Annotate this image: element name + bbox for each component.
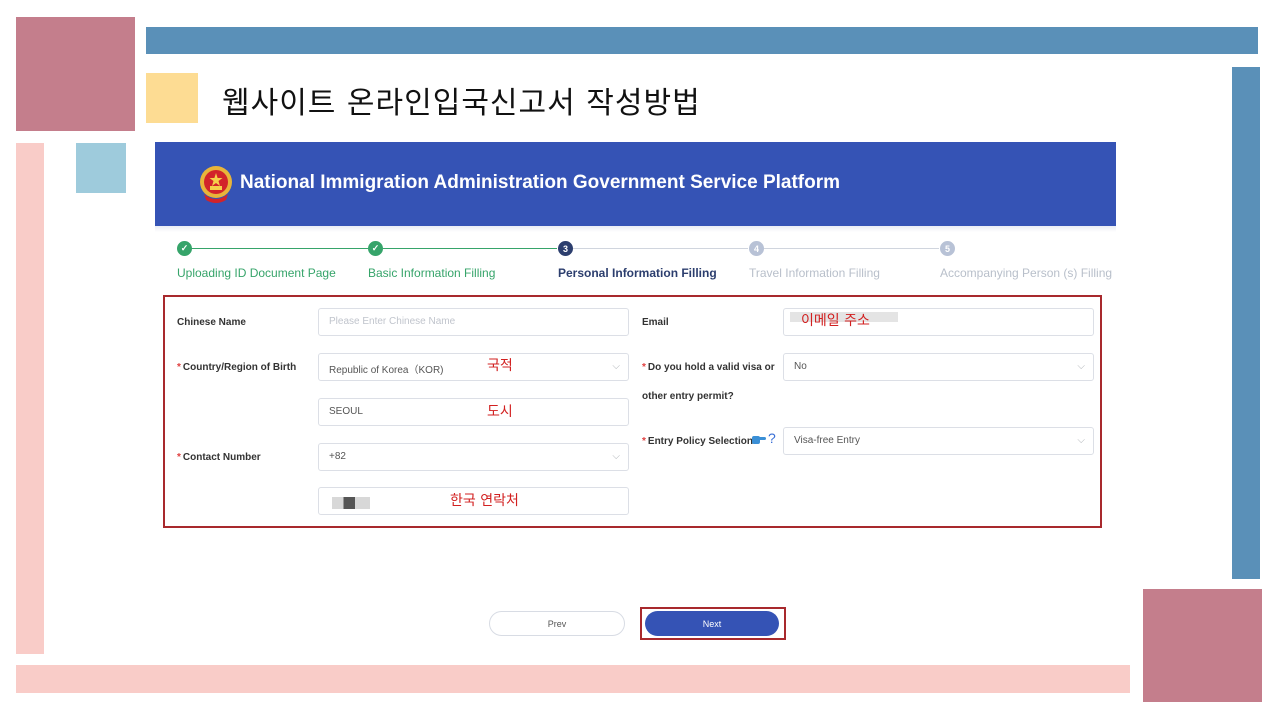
step-4-number[interactable]: 4 (749, 241, 764, 256)
step-connector-4 (764, 248, 939, 249)
country-code-value: +82 (329, 451, 346, 462)
step-connector-2 (383, 248, 557, 249)
deco-blue-bar-top (146, 27, 1258, 54)
step-1-check-icon[interactable]: ✓ (177, 241, 192, 256)
portal-title: National Immigration Administration Gove… (240, 172, 841, 193)
deco-mauve-square-top-left (16, 17, 135, 131)
birth-city-value: SEOUL (329, 406, 363, 417)
required-mark: * (642, 436, 646, 447)
birth-country-value: Republic of Korea（KOR) (329, 365, 444, 376)
chinese-name-input[interactable]: Please Enter Chinese Name (318, 308, 629, 336)
deco-yellow-square (146, 73, 198, 123)
step-5-number[interactable]: 5 (940, 241, 955, 256)
slide-title: 웹사이트 온라인입국신고서 작성방법 (222, 86, 701, 121)
visa-label-line2: other entry permit? (642, 391, 734, 402)
step-4-label[interactable]: Travel Information Filling (749, 266, 880, 280)
visa-label-text: Do you hold a valid visa or (647, 362, 775, 373)
step-5-label[interactable]: Accompanying Person (s) Filling (940, 266, 1112, 280)
visa-select[interactable]: No ⌵ (783, 353, 1094, 381)
step-2-label[interactable]: Basic Information Filling (368, 266, 495, 280)
deco-light-blue-square (76, 143, 126, 193)
portal-header: National Immigration Administration Gove… (155, 142, 1116, 226)
national-emblem-icon (200, 166, 232, 203)
email-label: Email (642, 317, 669, 328)
required-mark: * (642, 362, 646, 373)
step-connector-3 (573, 248, 748, 249)
annotation-nationality: 국적 (487, 358, 513, 374)
step-connector-1 (185, 248, 368, 249)
deco-mauve-square-bottom-right (1143, 589, 1262, 702)
visa-label-line1: * Do you hold a valid visa or (642, 362, 775, 373)
pointing-hand-icon (752, 436, 766, 444)
chevron-down-icon: ⌵ (1077, 435, 1085, 446)
entry-policy-select[interactable]: Visa-free Entry ⌵ (783, 427, 1094, 455)
prev-button[interactable]: Prev (489, 611, 625, 636)
entry-policy-value: Visa-free Entry (794, 435, 860, 446)
chevron-down-icon: ⌵ (612, 361, 620, 372)
deco-pink-bar-left (16, 143, 44, 654)
step-3-number[interactable]: 3 (558, 241, 573, 256)
step-3-label[interactable]: Personal Information Filling (558, 266, 717, 280)
visa-value: No (794, 361, 807, 372)
next-button[interactable]: Next (645, 611, 779, 636)
annotation-city: 도시 (487, 404, 513, 420)
birth-city-input[interactable]: SEOUL (318, 398, 629, 426)
required-mark: * (177, 362, 181, 373)
step-2-check-icon[interactable]: ✓ (368, 241, 383, 256)
blurred-phone-number (332, 497, 370, 509)
header-shadow (155, 226, 1116, 232)
annotation-email: 이메일 주소 (801, 313, 870, 329)
birth-country-label-text: Country/Region of Birth (182, 362, 297, 373)
entry-policy-label: * Entry Policy Selection (642, 436, 753, 447)
deco-pink-bar-bottom (16, 665, 1130, 693)
question-mark-icon[interactable]: ? (768, 430, 776, 446)
entry-policy-label-text: Entry Policy Selection (647, 436, 753, 447)
birth-country-label: * Country/Region of Birth (177, 362, 296, 373)
annotation-phone: 한국 연락처 (450, 493, 519, 509)
birth-country-select[interactable]: Republic of Korea（KOR) ⌵ (318, 353, 629, 381)
step-1-label[interactable]: Uploading ID Document Page (177, 266, 336, 280)
required-mark: * (177, 452, 181, 463)
contact-number-label-text: Contact Number (182, 452, 261, 463)
chevron-down-icon: ⌵ (1077, 361, 1085, 372)
deco-blue-bar-right (1232, 67, 1260, 579)
country-code-select[interactable]: +82 ⌵ (318, 443, 629, 471)
contact-number-label: * Contact Number (177, 452, 261, 463)
chinese-name-label: Chinese Name (177, 317, 246, 328)
chevron-down-icon: ⌵ (612, 451, 620, 462)
chinese-name-placeholder: Please Enter Chinese Name (329, 316, 456, 327)
